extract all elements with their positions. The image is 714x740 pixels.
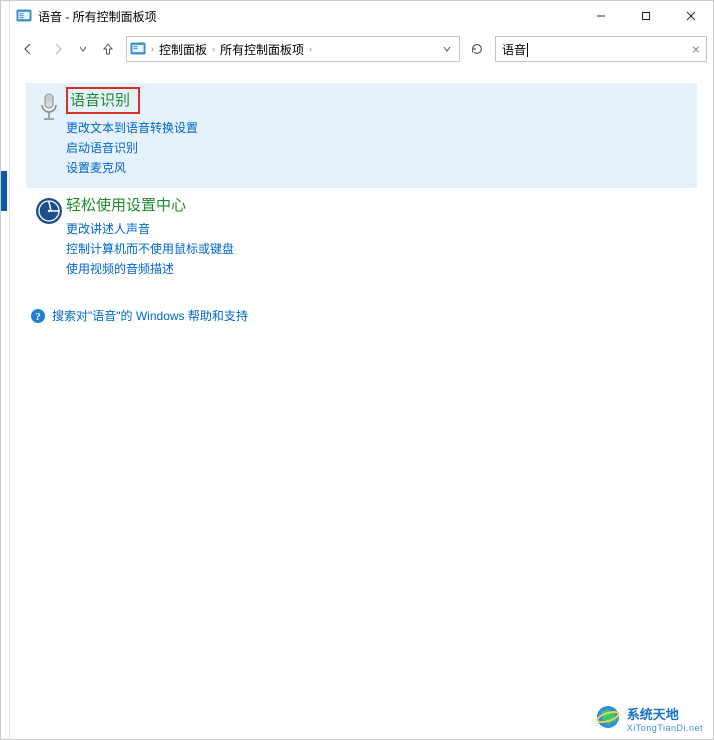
result-link[interactable]: 使用视频的音频描述 (66, 259, 689, 279)
content-area: 语音识别 更改文本到语音转换设置 启动语音识别 设置麦克风 轻松使用设置中心 更… (10, 67, 713, 739)
control-panel-icon (130, 41, 146, 57)
help-icon: ? (30, 308, 46, 324)
window-title: 语音 - 所有控制面板项 (38, 8, 578, 25)
maximize-button[interactable] (623, 1, 668, 31)
titlebar: 语音 - 所有控制面板项 (10, 1, 713, 31)
refresh-button[interactable] (465, 37, 489, 61)
result-link[interactable]: 设置麦克风 (66, 158, 689, 178)
result-ease-of-access: 轻松使用设置中心 更改讲述人声音 控制计算机而不使用鼠标或键盘 使用视频的音频描… (26, 188, 697, 289)
result-speech-recognition: 语音识别 更改文本到语音转换设置 启动语音识别 设置麦克风 (26, 83, 697, 188)
address-dropdown-button[interactable] (438, 45, 456, 53)
minimize-button[interactable] (578, 1, 623, 31)
close-button[interactable] (668, 1, 713, 31)
result-title-link[interactable]: 语音识别 (66, 87, 140, 114)
back-button[interactable] (16, 37, 40, 61)
watermark-url: XiTongTianDi.net (627, 723, 703, 733)
chevron-right-icon: › (151, 44, 154, 54)
result-title-link[interactable]: 轻松使用设置中心 (66, 194, 186, 215)
clear-search-button[interactable]: × (692, 41, 700, 57)
chevron-right-icon: › (212, 44, 215, 54)
result-link[interactable]: 更改文本到语音转换设置 (66, 118, 689, 138)
breadcrumb[interactable]: 控制面板 (159, 41, 207, 58)
ease-of-access-icon (32, 194, 66, 279)
navigation-bar: › 控制面板 › 所有控制面板项 › 语音 × (10, 31, 713, 67)
result-link[interactable]: 更改讲述人声音 (66, 219, 689, 239)
microphone-icon (32, 89, 66, 178)
watermark-title: 系统天地 (627, 707, 679, 722)
recent-locations-button[interactable] (76, 37, 90, 61)
control-panel-icon (16, 8, 32, 24)
breadcrumb[interactable]: 所有控制面板项 (220, 41, 304, 58)
watermark: 系统天地 XiTongTianDi.net (595, 704, 703, 733)
svg-text:?: ? (35, 311, 41, 323)
help-text: 搜索对"语音"的 Windows 帮助和支持 (52, 307, 248, 324)
up-button[interactable] (96, 37, 120, 61)
chevron-right-icon: › (309, 44, 312, 54)
address-bar[interactable]: › 控制面板 › 所有控制面板项 › (126, 36, 460, 62)
search-input[interactable]: 语音 × (495, 36, 707, 62)
control-panel-window: 语音 - 所有控制面板项 (9, 1, 713, 739)
windows-help-link[interactable]: ? 搜索对"语音"的 Windows 帮助和支持 (26, 307, 697, 324)
result-link[interactable]: 控制计算机而不使用鼠标或键盘 (66, 239, 689, 259)
result-link[interactable]: 启动语音识别 (66, 138, 689, 158)
globe-icon (595, 704, 621, 733)
search-value: 语音 (502, 43, 526, 57)
forward-button[interactable] (46, 37, 70, 61)
